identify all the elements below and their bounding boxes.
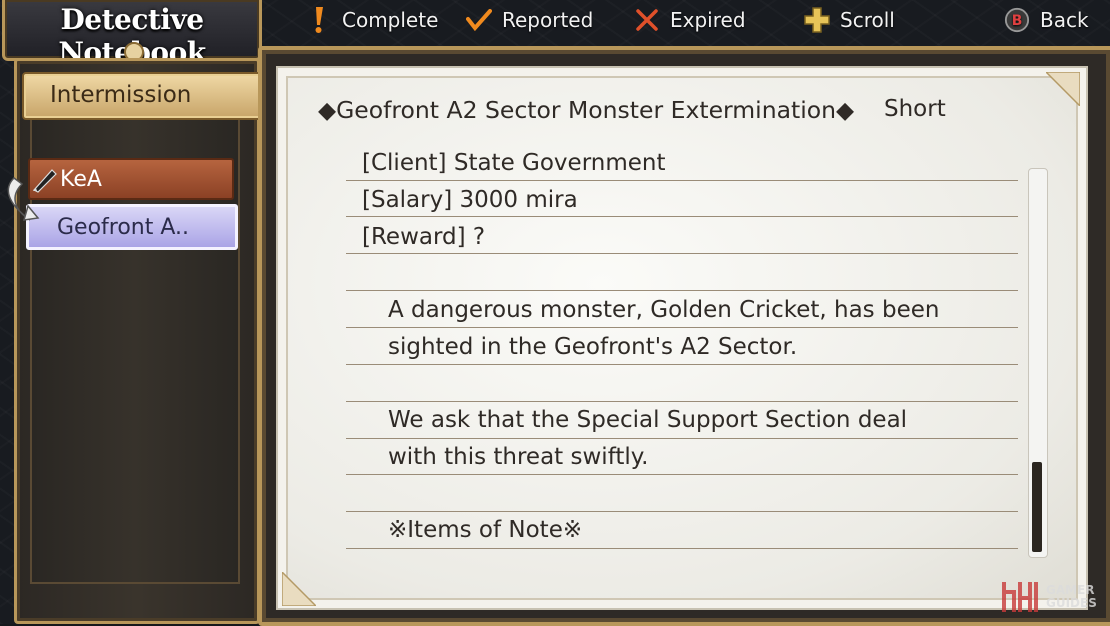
back-button[interactable]: B Back (1004, 5, 1089, 35)
dpad-icon (804, 7, 830, 33)
selection-cursor-icon (7, 177, 40, 221)
ruled-line (346, 548, 1018, 549)
description-line: sighted in the Geofront's A2 Sector. (388, 334, 798, 360)
description-line: with this threat swiftly. (388, 444, 649, 470)
ruled-line (346, 180, 1018, 181)
ruled-line (346, 364, 1018, 365)
title-plate: Detective Notebook (2, 0, 262, 69)
quest-item-label: Geofront A.. (57, 214, 190, 240)
request-length: Short (884, 96, 946, 122)
watermark-line2: GUIDES (1046, 596, 1097, 610)
watermark: GAMER GUIDES (1000, 578, 1097, 616)
legend-scroll: Scroll (804, 5, 895, 35)
ruled-line (346, 438, 1018, 439)
reward-field: [Reward] ? (362, 224, 486, 250)
gamer-guides-logo-icon (1002, 582, 1038, 612)
ruled-line (346, 290, 1018, 291)
page-corner-icon (282, 572, 316, 606)
legend-expired-label: Expired (670, 8, 746, 32)
legend-reported: Reported (466, 5, 593, 35)
ruled-line (346, 253, 1018, 254)
legend-expired: Expired (634, 5, 746, 35)
description-line: A dangerous monster, Golden Cricket, has… (388, 297, 940, 323)
back-label: Back (1040, 8, 1089, 32)
notes-heading: ※Items of Note※ (388, 517, 583, 543)
description-line: We ask that the Special Support Section … (388, 407, 908, 433)
ruled-line (346, 327, 1018, 328)
ruled-line (346, 511, 1018, 512)
legend-complete-label: Complete (342, 8, 439, 32)
legend-complete: Complete (306, 5, 438, 35)
request-title: ◆Geofront A2 Sector Monster Exterminatio… (318, 96, 855, 124)
quest-item-kea[interactable]: KeA (28, 158, 234, 200)
salary-field: [Salary] 3000 mira (362, 187, 578, 213)
ruled-line (346, 474, 1018, 475)
checkmark-icon (466, 7, 492, 33)
chapter-label: Intermission (50, 82, 192, 108)
client-field: [Client] State Government (362, 150, 666, 176)
exclamation-icon (306, 7, 332, 33)
ruled-line (346, 401, 1018, 402)
quest-item-label: KeA (60, 166, 102, 192)
quest-item-geofront[interactable]: Geofront A.. (26, 204, 238, 250)
b-button-icon: B (1004, 7, 1030, 33)
legend-scroll-label: Scroll (840, 8, 895, 32)
ruled-line (346, 216, 1018, 217)
legend-reported-label: Reported (502, 8, 594, 32)
scrollbar-thumb[interactable] (1032, 462, 1042, 552)
page-corner-icon (1046, 72, 1080, 106)
cross-icon (634, 7, 660, 33)
chapter-tab[interactable]: Intermission (22, 72, 268, 120)
svg-text:B: B (1012, 13, 1023, 29)
